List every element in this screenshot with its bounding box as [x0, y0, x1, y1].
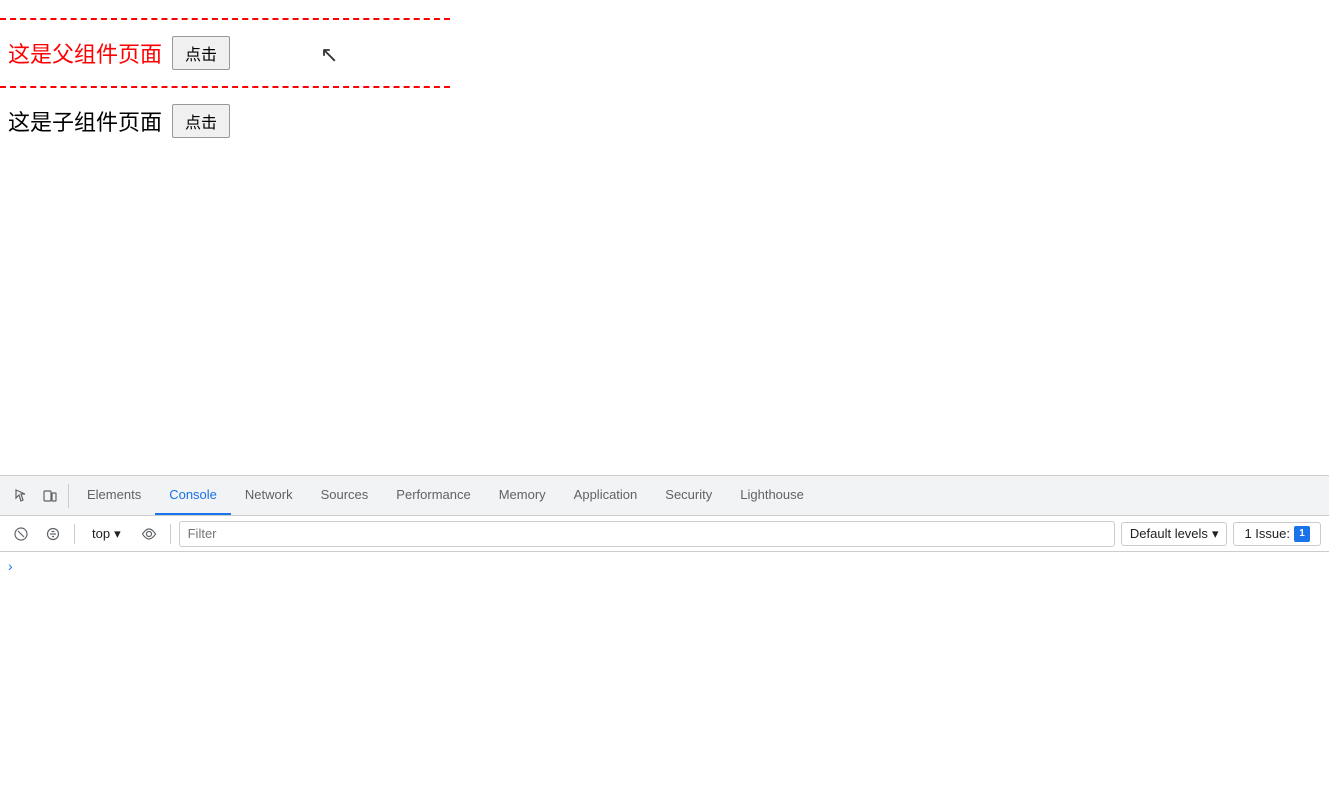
context-label: top [92, 526, 110, 541]
context-dropdown-arrow: ▾ [114, 526, 121, 542]
log-levels-label: Default levels [1130, 526, 1208, 541]
console-toolbar: top ▾ Default levels ▾ 1 Issue: 1 [0, 516, 1329, 552]
tab-memory[interactable]: Memory [485, 476, 560, 515]
live-expressions-button[interactable] [136, 521, 162, 547]
devtools-tabs-container: Elements Console Network Sources Perform… [73, 476, 1321, 515]
tab-elements[interactable]: Elements [73, 476, 155, 515]
top-dashed-line [0, 18, 450, 20]
issue-icon: 1 [1294, 526, 1310, 542]
parent-click-button[interactable]: 点击 [172, 36, 230, 70]
prompt-chevron-icon: › [8, 558, 13, 574]
inspect-element-button[interactable] [8, 482, 36, 510]
console-toolbar-divider2 [170, 524, 171, 544]
issue-count-text: 1 Issue: [1244, 526, 1290, 541]
browser-content: 这是父组件页面 点击 ↖ 这是子组件页面 点击 [0, 0, 1329, 475]
bottom-dashed-line [0, 86, 450, 88]
toolbar-divider [68, 484, 69, 508]
parent-component-text: 这是父组件页面 [8, 37, 162, 69]
tab-network[interactable]: Network [231, 476, 307, 515]
parent-component-row: 这是父组件页面 点击 [0, 28, 1329, 78]
tab-sources[interactable]: Sources [307, 476, 383, 515]
tab-performance[interactable]: Performance [382, 476, 484, 515]
console-toolbar-divider [74, 524, 75, 544]
tab-application[interactable]: Application [560, 476, 652, 515]
log-levels-button[interactable]: Default levels ▾ [1121, 522, 1228, 546]
tab-console[interactable]: Console [155, 476, 231, 515]
child-click-button[interactable]: 点击 [172, 104, 230, 138]
filter-input[interactable] [179, 521, 1115, 547]
devtools-tab-bar: Elements Console Network Sources Perform… [0, 476, 1329, 516]
clear-console-button[interactable] [8, 521, 34, 547]
child-component-row: 这是子组件页面 点击 [0, 96, 1329, 146]
context-selector[interactable]: top ▾ [83, 523, 130, 545]
tab-security[interactable]: Security [651, 476, 726, 515]
filter-console-button[interactable] [40, 521, 66, 547]
console-output: › [0, 552, 1329, 802]
devtools-panel: Elements Console Network Sources Perform… [0, 475, 1329, 801]
issues-badge-button[interactable]: 1 Issue: 1 [1233, 522, 1321, 546]
tab-lighthouse[interactable]: Lighthouse [726, 476, 818, 515]
child-component-text: 这是子组件页面 [8, 105, 162, 137]
log-levels-arrow: ▾ [1212, 526, 1219, 542]
device-toolbar-button[interactable] [36, 482, 64, 510]
console-prompt[interactable]: › [8, 556, 1321, 576]
